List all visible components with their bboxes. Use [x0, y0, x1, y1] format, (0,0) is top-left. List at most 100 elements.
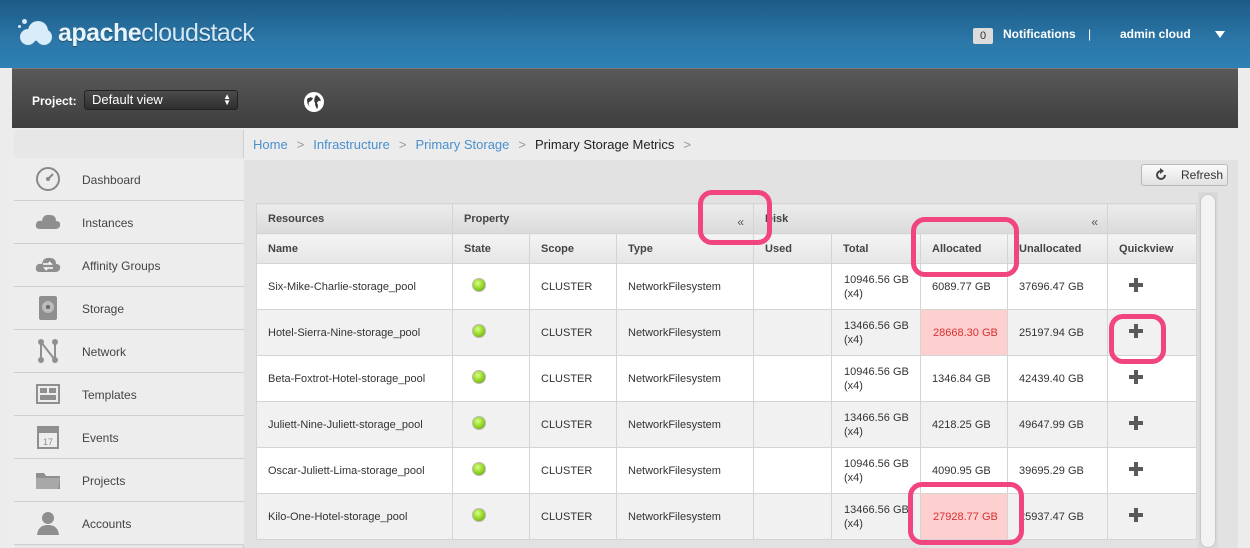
- sidebar-item-label: Network: [82, 345, 127, 359]
- table-row[interactable]: Kilo-One-Hotel-storage_pool CLUSTER Netw…: [256, 493, 1198, 540]
- quickview-plus-icon[interactable]: [1129, 370, 1144, 384]
- sidebar-item-templates[interactable]: Templates: [14, 373, 244, 416]
- col-header-total[interactable]: Total: [831, 233, 922, 264]
- sidebar-item-projects[interactable]: Projects: [14, 459, 244, 502]
- sidebar-item-label: Accounts: [82, 517, 132, 531]
- col-header-type[interactable]: Type: [615, 233, 755, 264]
- state-up-icon: [472, 278, 486, 292]
- quickview-plus-icon[interactable]: [1129, 462, 1144, 476]
- col-header-quickview: Quickview: [1107, 233, 1198, 264]
- sidebar-item-network[interactable]: Network: [14, 330, 244, 373]
- state-up-icon: [472, 508, 486, 522]
- cell-state: [452, 263, 530, 310]
- affinity-icon: [35, 257, 61, 272]
- cloud-logo-icon: [18, 19, 54, 47]
- breadcrumb-infrastructure[interactable]: Infrastructure: [313, 137, 390, 152]
- breadcrumb-primary-storage[interactable]: Primary Storage: [415, 137, 509, 152]
- cell-total: 13466.56 GB (x4): [831, 493, 922, 540]
- cell-used: [753, 355, 833, 402]
- group-header-property-label: Property: [464, 212, 510, 225]
- cell-total: 13466.56 GB (x4): [831, 309, 922, 356]
- cell-allocated: 6089.77 GB: [920, 263, 1009, 310]
- sidebar-item-label: Templates: [82, 388, 137, 402]
- storage-icon: [39, 296, 57, 320]
- sidebar-item-storage[interactable]: Storage: [14, 287, 244, 330]
- sidebar-item-instances[interactable]: Instances: [14, 201, 244, 244]
- sidebar-item-label: Projects: [82, 474, 126, 488]
- cell-name: Hotel-Sierra-Nine-storage_pool: [256, 309, 453, 356]
- sidebar: Dashboard Instances Affinity Groups Stor…: [14, 130, 244, 548]
- state-up-icon: [472, 370, 486, 384]
- collapse-disk-icon[interactable]: «: [1091, 215, 1098, 229]
- sidebar-item-label: Storage: [82, 302, 125, 316]
- cell-state: [452, 447, 530, 494]
- templates-icon: [36, 384, 60, 404]
- breadcrumb-home[interactable]: Home: [253, 137, 288, 152]
- cell-scope: CLUSTER: [529, 401, 617, 448]
- group-header-property: Property «: [451, 203, 755, 234]
- breadcrumb-separator: >: [683, 137, 691, 152]
- chevron-down-icon[interactable]: [1215, 31, 1225, 38]
- sidebar-item-label: Instances: [82, 216, 134, 230]
- cell-state: [452, 309, 530, 356]
- project-select-value: Default view: [92, 92, 163, 107]
- table-row[interactable]: Six-Mike-Charlie-storage_pool CLUSTER Ne…: [256, 263, 1198, 310]
- cell-total: 13466.56 GB (x4): [831, 401, 922, 448]
- refresh-button[interactable]: Refresh: [1141, 164, 1228, 186]
- table-row[interactable]: Oscar-Juliett-Lima-storage_pool CLUSTER …: [256, 447, 1198, 494]
- cell-state: [452, 355, 530, 402]
- cell-scope: CLUSTER: [529, 493, 617, 540]
- col-header-state[interactable]: State: [452, 233, 530, 264]
- cell-allocated-warning: 27928.77 GB: [920, 493, 1009, 540]
- sidebar-item-affinity-groups[interactable]: Affinity Groups: [14, 244, 244, 287]
- cell-used: [753, 263, 833, 310]
- cell-unallocated: 42439.40 GB: [1007, 355, 1109, 402]
- svg-text:17: 17: [43, 437, 53, 447]
- quickview-plus-icon[interactable]: [1129, 324, 1144, 338]
- sidebar-item-events[interactable]: 17 Events: [14, 416, 244, 459]
- col-header-name[interactable]: Name: [256, 233, 453, 264]
- sidebar-item-dashboard[interactable]: Dashboard: [14, 158, 244, 201]
- cell-unallocated: 37696.47 GB: [1007, 263, 1109, 310]
- cell-used: [753, 447, 833, 494]
- col-header-used[interactable]: Used: [753, 233, 833, 264]
- breadcrumb-current: Primary Storage Metrics: [534, 137, 675, 152]
- quickview-plus-icon[interactable]: [1129, 508, 1144, 522]
- cell-used: [753, 493, 833, 540]
- storage-metrics-table: Resources Property « Disk « Name State S…: [256, 203, 1198, 540]
- table-row[interactable]: Juliett-Nine-Juliett-storage_pool CLUSTE…: [256, 401, 1198, 448]
- cell-type: NetworkFilesystem: [615, 401, 755, 448]
- collapse-property-icon[interactable]: «: [737, 215, 744, 229]
- select-arrows-icon: ▲ ▼: [223, 92, 231, 107]
- col-header-unallocated[interactable]: Unallocated: [1007, 233, 1109, 264]
- dashboard-icon: [36, 167, 60, 191]
- cloud-icon: [35, 214, 61, 229]
- cell-type: NetworkFilesystem: [615, 447, 755, 494]
- table-row[interactable]: Hotel-Sierra-Nine-storage_pool CLUSTER N…: [256, 309, 1198, 356]
- calendar-icon: 17: [37, 426, 59, 449]
- scrollbar-thumb[interactable]: [1200, 194, 1216, 548]
- user-menu-label[interactable]: admin cloud: [1120, 27, 1191, 41]
- quickview-plus-icon[interactable]: [1129, 278, 1144, 292]
- column-header-row: Name State Scope Type Used Total Allocat…: [256, 233, 1198, 264]
- cell-used: [753, 401, 833, 448]
- col-header-allocated[interactable]: Allocated: [920, 233, 1009, 264]
- cell-quickview: [1107, 493, 1198, 540]
- project-bar: Project: Default view ▲ ▼: [12, 68, 1238, 128]
- project-label: Project:: [32, 94, 77, 108]
- logo[interactable]: apachecloudstack: [18, 16, 255, 50]
- cell-scope: CLUSTER: [529, 309, 617, 356]
- sidebar-item-accounts[interactable]: Accounts: [14, 502, 244, 545]
- globe-icon[interactable]: [303, 91, 325, 113]
- cell-name: Beta-Foxtrot-Hotel-storage_pool: [256, 355, 453, 402]
- cell-name: Oscar-Juliett-Lima-storage_pool: [256, 447, 453, 494]
- quickview-plus-icon[interactable]: [1129, 416, 1144, 430]
- col-header-scope[interactable]: Scope: [529, 233, 617, 264]
- project-select[interactable]: Default view ▲ ▼: [84, 90, 238, 110]
- cell-scope: CLUSTER: [529, 355, 617, 402]
- cell-quickview: [1107, 447, 1198, 494]
- breadcrumb: Home > Infrastructure > Primary Storage …: [253, 137, 700, 152]
- notifications-link[interactable]: Notifications: [1003, 27, 1076, 41]
- notification-count-badge[interactable]: 0: [973, 28, 993, 44]
- table-row[interactable]: Beta-Foxtrot-Hotel-storage_pool CLUSTER …: [256, 355, 1198, 402]
